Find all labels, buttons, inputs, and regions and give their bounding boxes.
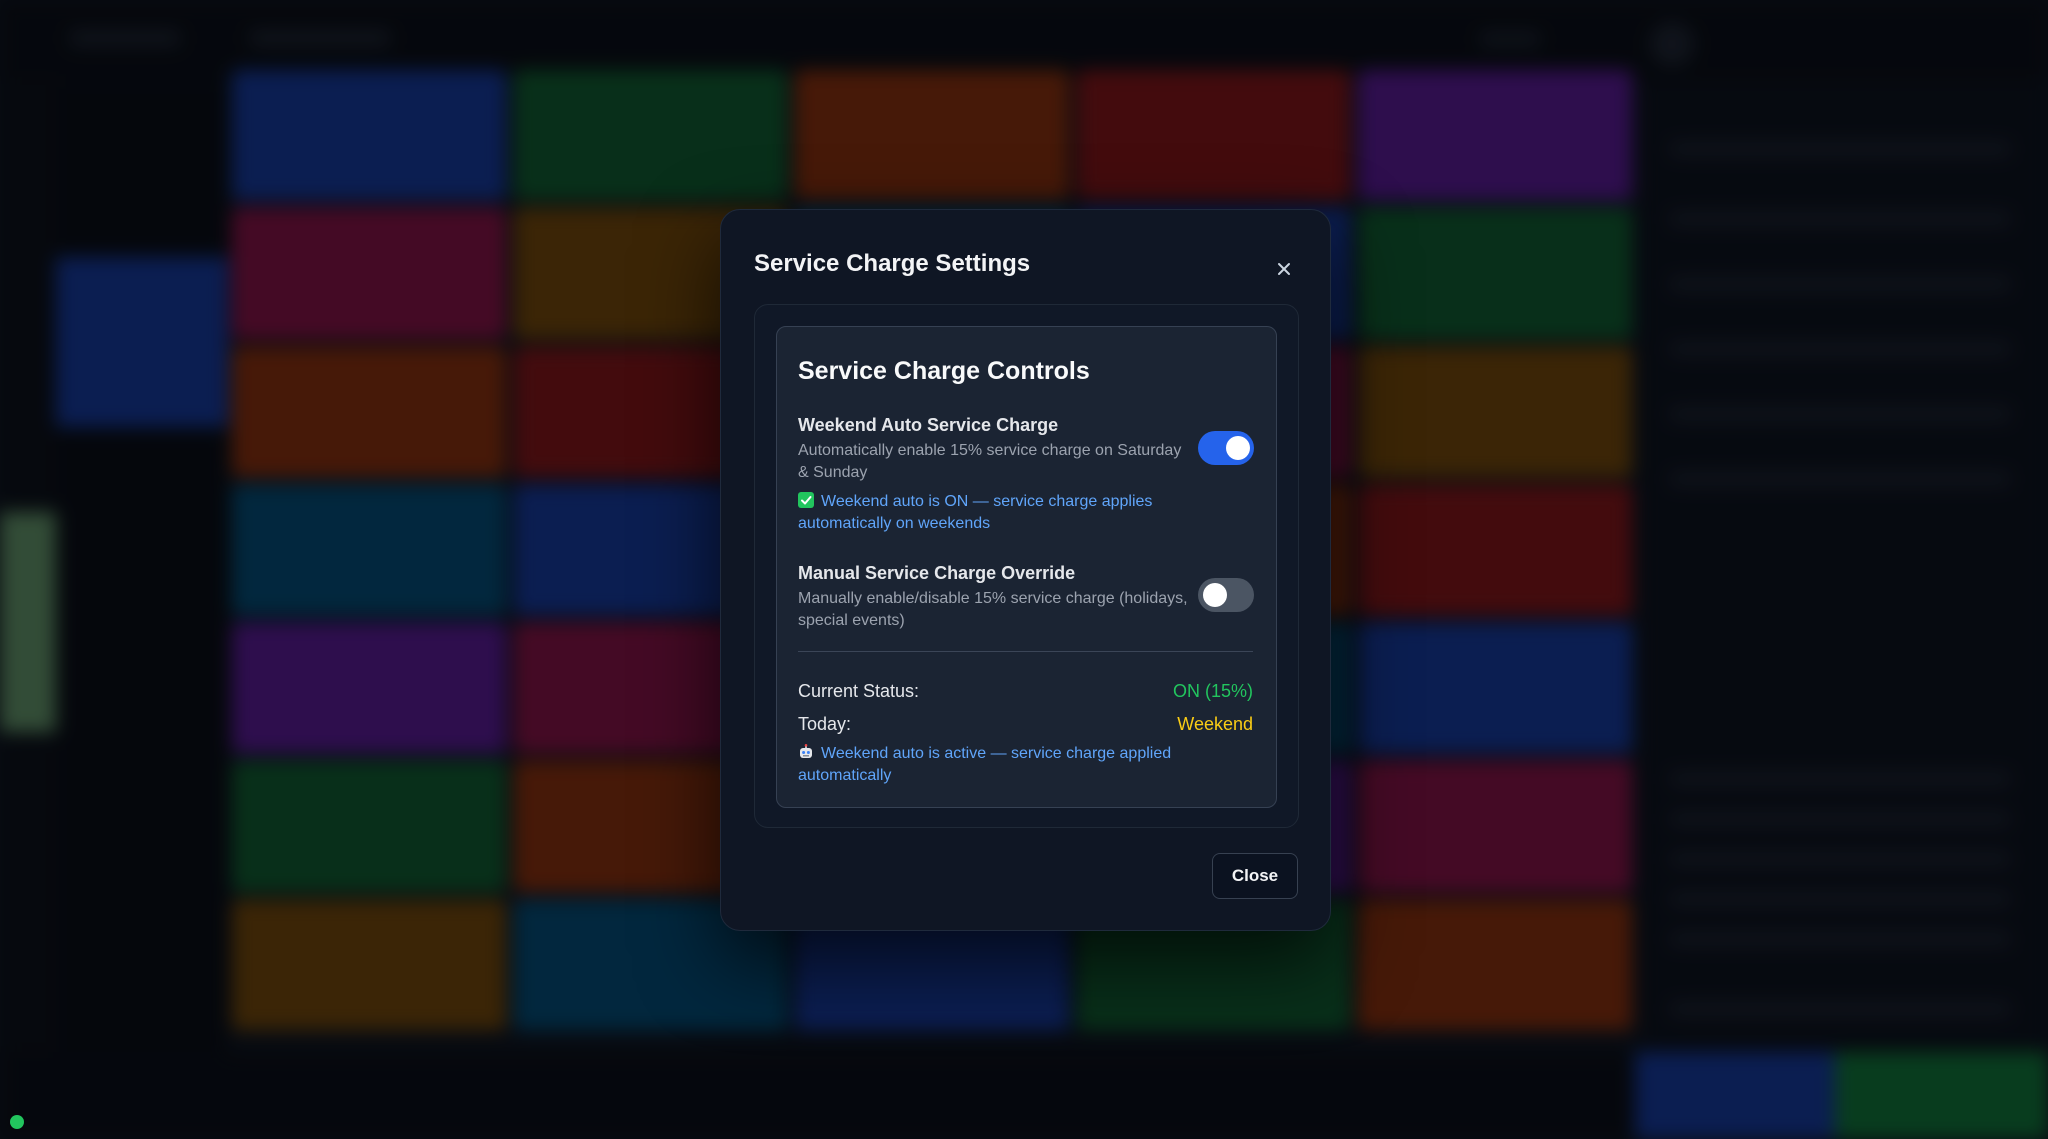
robot-icon	[798, 744, 814, 760]
today-value: Weekend	[1177, 714, 1253, 734]
weekend-setting-description: Automatically enable 15% service charge …	[798, 442, 1182, 481]
controls-panel: Service Charge Controls Weekend Auto Ser…	[776, 326, 1277, 808]
manual-setting-title: Manual Service Charge Override	[798, 563, 1076, 583]
weekend-note-text: Weekend auto is ON — service charge appl…	[798, 493, 1153, 532]
active-note-text: Weekend auto is active — service charge …	[798, 745, 1172, 784]
current-status-value: ON (15%)	[1172, 681, 1253, 701]
check-icon	[798, 492, 814, 508]
service-charge-modal: Service Charge Settings Service Charge C…	[720, 209, 1331, 931]
divider	[798, 651, 1253, 652]
settings-card: Service Charge Controls Weekend Auto Ser…	[754, 304, 1299, 828]
weekend-auto-toggle[interactable]	[1198, 431, 1254, 465]
today-label: Today:	[798, 714, 852, 734]
modal-title: Service Charge Settings	[754, 250, 1031, 277]
manual-setting-description: Manually enable/disable 15% service char…	[798, 590, 1188, 629]
manual-override-toggle[interactable]	[1198, 578, 1254, 612]
close-icon[interactable]	[1269, 254, 1299, 284]
active-status-note: Weekend auto is active — service charge …	[798, 743, 1188, 787]
weekend-status-note: Weekend auto is ON — service charge appl…	[798, 491, 1188, 535]
current-status-label: Current Status:	[798, 681, 920, 701]
toggle-knob	[1203, 583, 1227, 607]
toggle-knob	[1226, 436, 1250, 460]
weekend-setting-title: Weekend Auto Service Charge	[798, 415, 1059, 435]
controls-title: Service Charge Controls	[798, 357, 1090, 385]
connection-status-dot	[10, 1115, 24, 1129]
close-button[interactable]: Close	[1212, 853, 1298, 899]
